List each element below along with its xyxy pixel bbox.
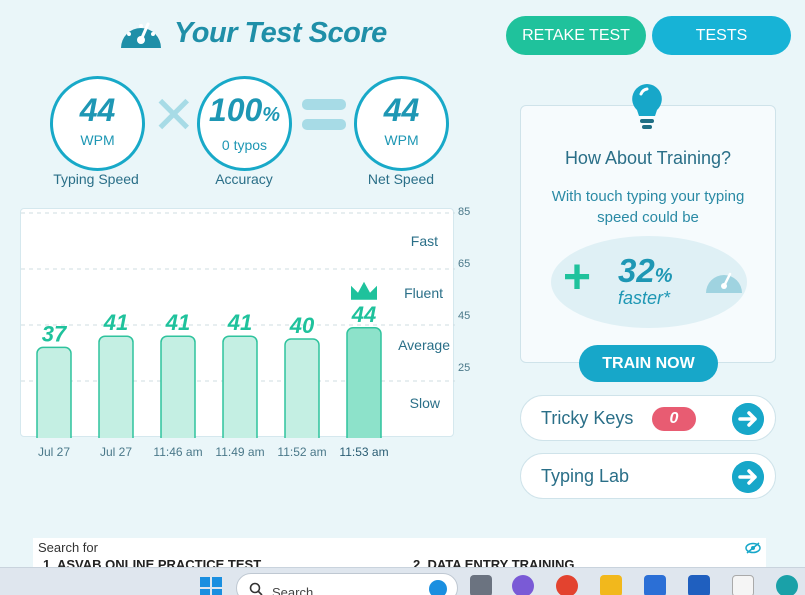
multiply-icon: ✕ bbox=[152, 87, 196, 145]
chart-bar bbox=[346, 327, 382, 438]
x-label: 11:53 am bbox=[339, 445, 389, 459]
x-label: Jul 27 bbox=[37, 445, 71, 459]
bar-value-label: 41 bbox=[103, 310, 128, 335]
taskbar-search[interactable]: Search bbox=[236, 573, 458, 595]
file-explorer-icon[interactable] bbox=[600, 575, 622, 595]
chart-bar bbox=[36, 346, 72, 438]
lightbulb-icon bbox=[632, 84, 662, 129]
ad-banner[interactable]: Search for 1. ASVAB ONLINE PRACTICE TEST… bbox=[33, 538, 766, 570]
typing-speed-unit: WPM bbox=[80, 132, 115, 148]
typing-speed-circle: 44 WPM bbox=[50, 76, 145, 171]
zone-slow: Slow bbox=[409, 395, 440, 411]
store-icon[interactable] bbox=[644, 575, 666, 595]
x-label: Jul 27 bbox=[99, 445, 133, 459]
typing-speed-label: Typing Speed bbox=[53, 171, 139, 187]
page-title: Your Test Score bbox=[174, 16, 387, 49]
x-label: 11:46 am bbox=[153, 445, 203, 459]
net-speed-label: Net Speed bbox=[367, 171, 435, 187]
x-label: 11:52 am bbox=[277, 445, 327, 459]
dropbox-icon[interactable] bbox=[688, 575, 710, 595]
equals-icon bbox=[302, 99, 346, 130]
plus-icon: + bbox=[563, 251, 592, 304]
bar-value-label: 41 bbox=[165, 310, 190, 335]
training-percent: 32% bbox=[618, 252, 673, 290]
zone-average: Average bbox=[398, 337, 450, 353]
edge-icon[interactable] bbox=[776, 575, 798, 595]
chrome-icon[interactable] bbox=[556, 575, 578, 595]
train-now-button[interactable]: TRAIN NOW bbox=[579, 345, 718, 382]
y-tick-65: 65 bbox=[458, 258, 471, 270]
accuracy-typos: 0 typos bbox=[221, 137, 268, 153]
accuracy-circle: 100% 0 typos bbox=[197, 76, 292, 171]
accuracy-value-wrap: 100% bbox=[200, 92, 289, 133]
net-speed-unit: WPM bbox=[384, 132, 419, 148]
accuracy-value: 100 bbox=[208, 92, 263, 128]
y-tick-25: 25 bbox=[458, 362, 471, 374]
tricky-keys-count: 0 bbox=[652, 407, 696, 431]
training-text: With touch typing your typing speed coul… bbox=[551, 188, 745, 226]
tricky-keys-row[interactable]: Tricky Keys 0 bbox=[520, 395, 776, 441]
taskbar-search-placeholder: Search bbox=[272, 585, 314, 595]
bar-value-label: 41 bbox=[227, 310, 252, 335]
zone-fluent: Fluent bbox=[404, 285, 443, 301]
chart-bar bbox=[222, 335, 258, 438]
chart-bar bbox=[98, 335, 134, 438]
training-faster: faster* bbox=[618, 288, 671, 308]
accuracy-pct: % bbox=[262, 104, 281, 126]
y-tick-85: 85 bbox=[458, 206, 471, 218]
search-icon bbox=[249, 582, 263, 595]
typing-speed-value: 44 bbox=[79, 92, 116, 128]
x-label: 11:49 am bbox=[215, 445, 265, 459]
y-tick-45: 45 bbox=[458, 310, 471, 322]
arrow-right-icon[interactable] bbox=[732, 461, 764, 493]
accuracy-label: Accuracy bbox=[215, 171, 273, 187]
tricky-keys-label: Tricky Keys bbox=[541, 408, 634, 428]
chart-bar bbox=[284, 338, 320, 438]
zone-fast: Fast bbox=[410, 233, 438, 249]
taskbar: Search bbox=[0, 567, 805, 595]
speedometer-icon bbox=[121, 22, 161, 48]
training-pct: % bbox=[654, 265, 673, 287]
hide-ad-icon[interactable] bbox=[745, 542, 761, 554]
ad-label: Search for bbox=[38, 540, 98, 555]
training-value: 32 bbox=[618, 252, 655, 289]
chart-bar bbox=[160, 335, 196, 438]
page-title-wrap: Your Test Score bbox=[118, 14, 387, 52]
tests-button[interactable]: TESTS bbox=[652, 16, 791, 55]
training-title: How About Training? bbox=[564, 148, 732, 168]
bing-icon[interactable] bbox=[429, 580, 447, 595]
crown-icon bbox=[351, 281, 377, 300]
windows-start-icon[interactable] bbox=[200, 577, 222, 595]
arrow-right-icon[interactable] bbox=[732, 403, 764, 435]
bar-value-label: 44 bbox=[351, 302, 376, 327]
typing-lab-row[interactable]: Typing Lab bbox=[520, 453, 776, 499]
bar-value-label: 37 bbox=[42, 321, 68, 346]
typing-lab-label: Typing Lab bbox=[541, 466, 630, 486]
task-view-icon[interactable] bbox=[470, 575, 492, 595]
bar-value-label: 40 bbox=[289, 313, 315, 338]
amazon-icon[interactable] bbox=[732, 575, 754, 595]
teams-icon[interactable] bbox=[512, 575, 534, 595]
speedometer-small-icon bbox=[706, 272, 742, 293]
net-speed-circle: 44 WPM bbox=[354, 76, 449, 171]
retake-test-button[interactable]: RETAKE TEST bbox=[506, 16, 646, 55]
net-speed-value: 44 bbox=[383, 92, 420, 128]
